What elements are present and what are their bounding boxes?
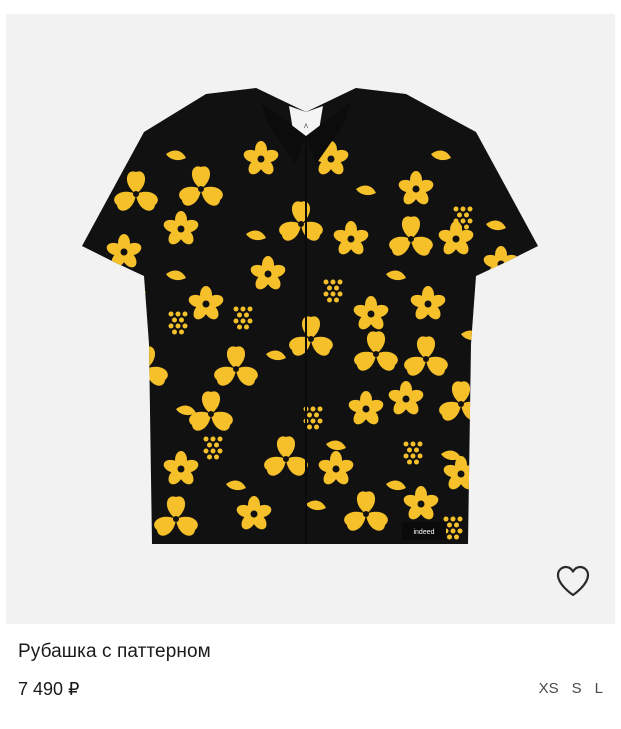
product-image[interactable]: Λ indeed [6, 14, 615, 624]
product-price: 7 490 ₽ [18, 679, 80, 699]
hem-label-text: indeed [413, 529, 434, 536]
size-option-xs[interactable]: XS [539, 679, 559, 699]
product-title[interactable]: Рубашка с паттерном [18, 640, 211, 664]
heart-outline-icon [556, 565, 590, 597]
shirt-illustration: Λ indeed [82, 88, 538, 544]
size-option-l[interactable]: L [595, 679, 603, 699]
size-list: XS S L [539, 679, 603, 699]
product-card[interactable]: Λ indeed Рубашка с паттерном 7 490 ₽ XS … [0, 0, 621, 729]
size-option-s[interactable]: S [572, 679, 582, 699]
svg-text:Λ: Λ [304, 124, 308, 130]
wishlist-button[interactable] [555, 564, 591, 598]
